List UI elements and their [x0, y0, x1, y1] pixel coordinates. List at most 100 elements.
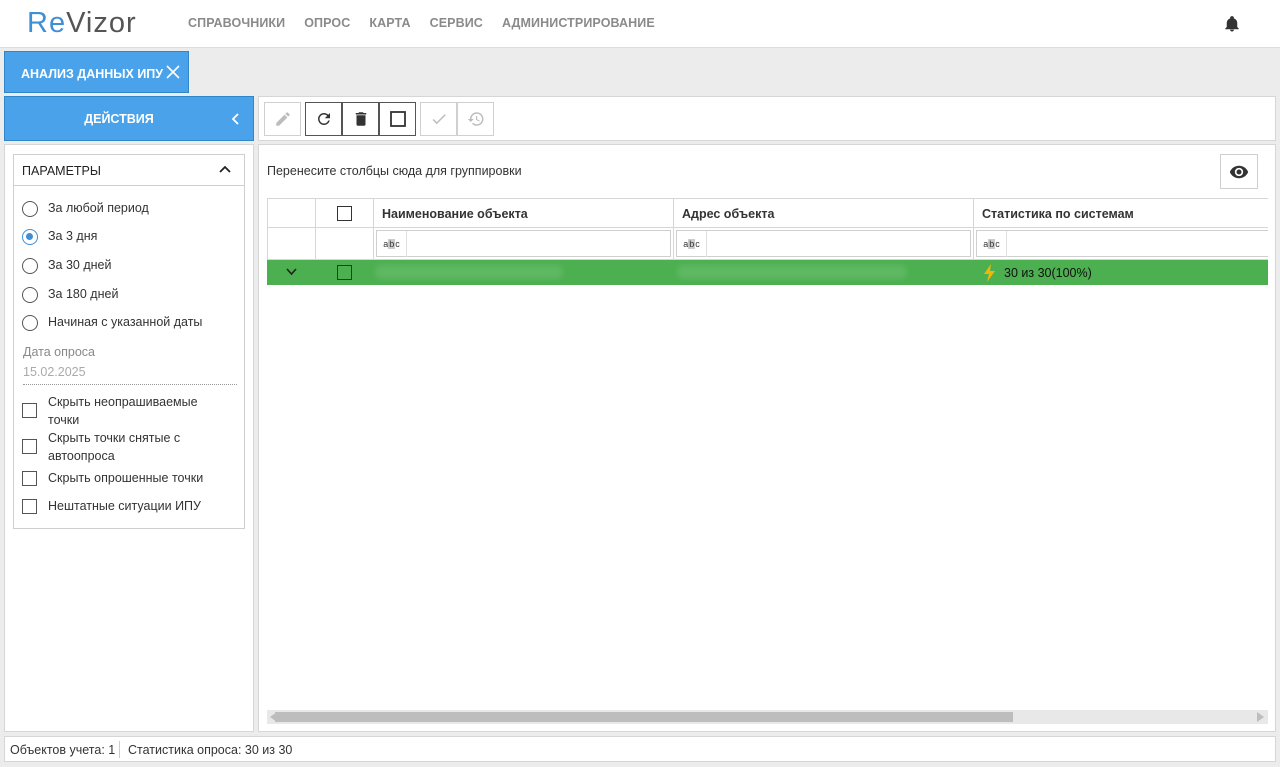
text-filter-icon[interactable]: abc — [977, 231, 1007, 257]
square-icon — [389, 111, 406, 127]
table-row[interactable]: 30 из 30(100%) — [267, 260, 1268, 285]
actions-label: ДЕЙСТВИЯ — [84, 112, 154, 126]
redacted-object-name — [375, 265, 563, 279]
filter-cell-address: abc — [673, 228, 974, 260]
filter-input-stats[interactable]: abc — [976, 230, 1268, 257]
group-by-hint[interactable]: Перенесите столбцы сюда для группировки — [267, 164, 522, 178]
column-header-stats[interactable]: Статистика по системам — [973, 198, 1268, 228]
column-header-label: Адрес объекта — [682, 207, 775, 221]
undo-icon — [467, 112, 483, 126]
radio-label: За 30 дней — [48, 258, 112, 272]
column-header-object-name[interactable]: Наименование объекта — [373, 198, 674, 228]
toolbar — [258, 96, 1276, 141]
radio-button[interactable] — [22, 258, 38, 274]
checkbox[interactable] — [22, 471, 37, 486]
edit-button[interactable] — [264, 102, 301, 136]
column-header-label: Наименование объекта — [382, 207, 528, 221]
apply-button[interactable] — [420, 102, 457, 136]
checkbox-label: Нештатные ситуации ИПУ — [48, 499, 201, 513]
close-icon[interactable] — [166, 65, 180, 79]
radio-button[interactable] — [22, 201, 38, 217]
params-header[interactable]: ПАРАМЕТРЫ — [14, 155, 244, 186]
stats-cell: 30 из 30(100%) — [983, 264, 1092, 282]
poll-stats: Статистика опроса: 30 из 30 — [128, 743, 293, 757]
checkbox-label: Скрыть точки снятые с автоопроса — [48, 431, 181, 463]
checkbox-hide-polled[interactable]: Скрыть опрошенные точки — [22, 471, 203, 486]
filter-input-address[interactable]: abc — [676, 230, 971, 257]
filter-cell-empty — [315, 228, 374, 260]
status-bar: Объектов учета: 1 Статистика опроса: 30 … — [4, 736, 1276, 762]
checkbox[interactable] — [22, 499, 37, 514]
trash-icon — [355, 112, 366, 126]
main-nav: СПРАВОЧНИКИ ОПРОС КАРТА СЕРВИС АДМИНИСТР… — [188, 16, 674, 30]
radio-button[interactable] — [22, 287, 38, 303]
chevron-up-icon[interactable] — [219, 164, 231, 174]
select-all-checkbox[interactable] — [337, 206, 352, 221]
tab-label: АНАЛИЗ ДАННЫХ ИПУ — [21, 67, 164, 81]
filter-input-object-name[interactable]: abc — [376, 230, 671, 257]
nav-item-poll[interactable]: ОПРОС — [304, 16, 350, 30]
nav-item-service[interactable]: СЕРВИС — [430, 16, 483, 30]
row-checkbox[interactable] — [337, 265, 352, 280]
scrollbar-thumb[interactable] — [275, 712, 1013, 722]
nav-item-administration[interactable]: АДМИНИСТРИРОВАНИЕ — [502, 16, 655, 30]
radio-button-selected[interactable] — [22, 229, 38, 245]
radio-from-date[interactable]: Начиная с указанной даты — [22, 315, 202, 331]
params-title: ПАРАМЕТРЫ — [22, 164, 101, 178]
radio-label: За 3 дня — [48, 229, 98, 243]
checkbox-hide-unpolled[interactable]: Скрыть неопрашиваемые точки — [22, 393, 222, 429]
refresh-icon — [317, 112, 330, 125]
chevron-down-icon[interactable] — [286, 268, 297, 276]
radio-label: За 180 дней — [48, 287, 119, 301]
top-bar: ReVizor СПРАВОЧНИКИ ОПРОС КАРТА СЕРВИС А… — [0, 0, 1280, 48]
left-panel: ПАРАМЕТРЫ За любой период За 3 дня За 30… — [4, 144, 254, 732]
eye-icon — [1229, 165, 1249, 178]
status-divider — [119, 741, 120, 758]
bell-icon[interactable] — [1223, 15, 1241, 33]
select-all-button[interactable] — [379, 102, 416, 136]
params-section: ПАРАМЕТРЫ За любой период За 3 дня За 30… — [13, 154, 245, 529]
filter-cell-empty — [267, 228, 316, 260]
redacted-address — [677, 265, 907, 279]
stats-value: 30 из 30(100%) — [1004, 266, 1092, 280]
date-label: Дата опроса — [23, 345, 95, 359]
checkbox-label: Скрыть опрошенные точки — [48, 471, 204, 485]
checkbox[interactable] — [22, 439, 37, 454]
radio-any-period[interactable]: За любой период — [22, 201, 149, 217]
column-header-address[interactable]: Адрес объекта — [673, 198, 974, 228]
radio-30-days[interactable]: За 30 дней — [22, 258, 111, 274]
column-visibility-button[interactable] — [1220, 154, 1258, 189]
filter-cell-object-name: abc — [373, 228, 674, 260]
radio-180-days[interactable]: За 180 дней — [22, 287, 118, 303]
nav-item-directories[interactable]: СПРАВОЧНИКИ — [188, 16, 285, 30]
radio-label: За любой период — [48, 201, 149, 215]
checkbox-hide-removed-autopoll[interactable]: Скрыть точки снятые с автоопроса — [22, 429, 222, 465]
checkbox-label: Скрыть неопрашиваемые точки — [48, 395, 198, 427]
expand-column-header — [267, 198, 316, 228]
lightning-icon — [984, 264, 995, 282]
date-input[interactable]: 15.02.2025 — [23, 365, 237, 385]
tab-data-analysis[interactable]: АНАЛИЗ ДАННЫХ ИПУ — [4, 51, 189, 93]
app-logo[interactable]: ReVizor — [27, 7, 137, 40]
radio-3-days[interactable]: За 3 дня — [22, 229, 97, 245]
text-filter-icon[interactable]: abc — [377, 231, 407, 257]
pencil-icon — [275, 112, 290, 126]
actions-button[interactable]: ДЕЙСТВИЯ — [4, 96, 254, 141]
checkmark-icon — [432, 114, 446, 125]
chevron-left-icon[interactable] — [231, 113, 241, 125]
horizontal-scrollbar[interactable] — [267, 710, 1268, 724]
refresh-button[interactable] — [305, 102, 342, 136]
checkbox-emergency[interactable]: Нештатные ситуации ИПУ — [22, 499, 201, 514]
nav-item-map[interactable]: КАРТА — [369, 16, 410, 30]
main-grid-panel: Перенесите столбцы сюда для группировки … — [258, 144, 1276, 732]
text-filter-icon[interactable]: abc — [677, 231, 707, 257]
column-header-label: Статистика по системам — [982, 207, 1134, 221]
undo-button[interactable] — [457, 102, 494, 136]
objects-count: Объектов учета: 1 — [10, 743, 116, 757]
radio-label: Начиная с указанной даты — [48, 315, 203, 329]
checkbox[interactable] — [22, 403, 37, 418]
filter-cell-stats: abc — [973, 228, 1268, 260]
delete-button[interactable] — [342, 102, 379, 136]
scroll-right-icon[interactable] — [1254, 711, 1266, 723]
radio-button[interactable] — [22, 315, 38, 331]
